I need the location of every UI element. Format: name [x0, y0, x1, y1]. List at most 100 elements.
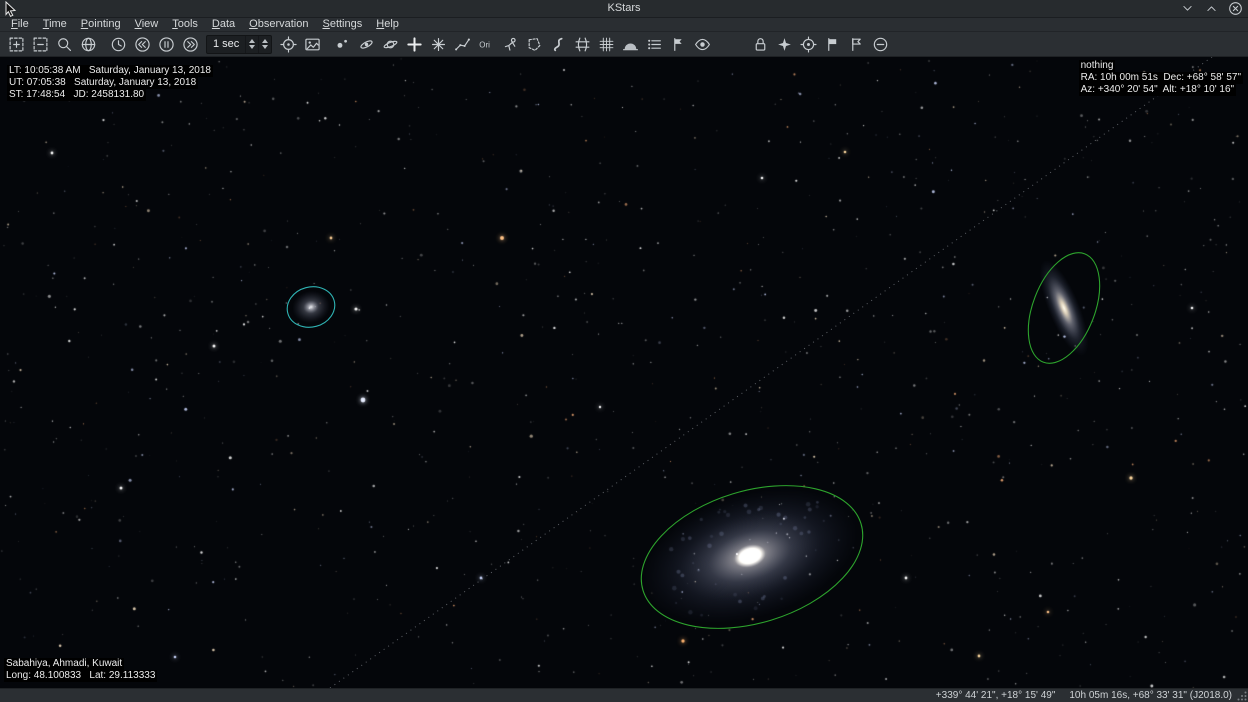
- time-step-backward-button[interactable]: [130, 33, 154, 56]
- statusbar-radec: 10h 05m 16s, +68° 33' 31" (J2018.0): [1069, 690, 1232, 701]
- clock-icon: [110, 36, 127, 53]
- geographic-location-button[interactable]: [76, 33, 100, 56]
- constellation-art-icon: [502, 36, 519, 53]
- constellation-names-icon: Ori: [478, 36, 495, 53]
- starburst-icon: [430, 36, 447, 53]
- lock-position-button[interactable]: [748, 33, 772, 56]
- celestial-equator-line: [330, 57, 1212, 688]
- sky-overlay: [0, 57, 1248, 688]
- focus-info-box: nothing RA: 10h 00m 51s Dec: +68° 58' 57…: [1079, 60, 1243, 96]
- toggle-solar-system-button[interactable]: [378, 33, 402, 56]
- fits-viewer-button[interactable]: [300, 33, 324, 56]
- milky-way-icon: [550, 36, 567, 53]
- menu-help[interactable]: Help: [369, 18, 406, 31]
- menu-settings[interactable]: Settings: [315, 18, 369, 31]
- track-object-button[interactable]: [276, 33, 300, 56]
- time-step-box[interactable]: 1 sec: [206, 35, 272, 54]
- find-object-button[interactable]: [52, 33, 76, 56]
- toggle-constellation-art-button[interactable]: [498, 33, 522, 56]
- flag-a-button[interactable]: [820, 33, 844, 56]
- plus-star-icon: [406, 36, 423, 53]
- toggle-constellation-lines-button[interactable]: [450, 33, 474, 56]
- close-icon: [1228, 1, 1243, 16]
- location-info-box: Sabahiya, Ahmadi, Kuwait Long: 48.100833…: [4, 658, 157, 682]
- galaxy-icon: [358, 36, 375, 53]
- resize-grip[interactable]: [1237, 691, 1247, 701]
- globe-icon: [80, 36, 97, 53]
- chevron-down-icon: [1181, 2, 1194, 15]
- time-step-spinner-unit[interactable]: [245, 36, 258, 53]
- spin-down-icon: [249, 45, 255, 49]
- statusbar-azalt: +339° 44' 21", +18° 15' 49": [936, 690, 1056, 701]
- focus-radec-label: RA: 10h 00m 51s Dec: +68° 58' 57": [1079, 72, 1243, 84]
- close-button[interactable]: [1228, 1, 1243, 16]
- zoom-in-icon: [8, 36, 25, 53]
- toggle-ground-button[interactable]: [618, 33, 642, 56]
- toggle-milky-way-button[interactable]: [546, 33, 570, 56]
- statusbar: +339° 44' 21", +18° 15' 49" 10h 05m 16s,…: [0, 688, 1248, 702]
- toggle-equatorial-grid-button[interactable]: [570, 33, 594, 56]
- sky-map-area: LT: 10:05:38 AM Saturday, January 13, 20…: [0, 57, 1248, 688]
- toggle-flags-button[interactable]: [666, 33, 690, 56]
- time-step-forward-button[interactable]: [178, 33, 202, 56]
- focus-object-label: nothing: [1079, 60, 1116, 72]
- whats-interesting-button[interactable]: [690, 33, 714, 56]
- observation-list-button[interactable]: [642, 33, 666, 56]
- kstars-window: KStars FileTimePointingViewToolsDataObse…: [0, 0, 1248, 702]
- chevron-up-icon: [1205, 2, 1218, 15]
- flag-b-button[interactable]: [844, 33, 868, 56]
- pause-icon: [158, 36, 175, 53]
- toggle-stars-button[interactable]: [330, 33, 354, 56]
- menu-data[interactable]: Data: [205, 18, 242, 31]
- search-icon: [56, 36, 73, 53]
- time-step-value[interactable]: 1 sec: [207, 36, 245, 53]
- titlebar[interactable]: KStars: [0, 0, 1248, 18]
- menu-tools[interactable]: Tools: [165, 18, 205, 31]
- zoom-out-icon: [32, 36, 49, 53]
- list-icon: [646, 36, 663, 53]
- galaxy-marker-edge-on[interactable]: [1014, 243, 1113, 374]
- galaxy-marker-small[interactable]: [283, 281, 340, 332]
- toggle-constellation-boundaries-button[interactable]: [522, 33, 546, 56]
- flag-filled-icon: [824, 36, 841, 53]
- horizon-dome-icon: [622, 36, 639, 53]
- toggle-horizontal-grid-button[interactable]: [594, 33, 618, 56]
- menu-time[interactable]: Time: [36, 18, 74, 31]
- svg-text:Ori: Ori: [479, 40, 490, 49]
- image-icon: [304, 36, 321, 53]
- local-time-label: LT: 10:05:38 AM Saturday, January 13, 20…: [7, 65, 213, 77]
- zoom-out-button[interactable]: [28, 33, 52, 56]
- toggle-constellation-names-button[interactable]: Ori: [474, 33, 498, 56]
- equatorial-grid-icon: [574, 36, 591, 53]
- default-zoom-button[interactable]: [868, 33, 892, 56]
- eye-icon: [694, 36, 711, 53]
- focus-azalt-label: Az: +340° 20' 54" Alt: +18° 10' 16": [1079, 84, 1236, 96]
- target-icon: [800, 36, 817, 53]
- menu-pointing[interactable]: Pointing: [74, 18, 128, 31]
- galaxy-marker-large-spiral[interactable]: [624, 461, 881, 654]
- toggle-satellites-button[interactable]: [426, 33, 450, 56]
- zoom-in-button[interactable]: [4, 33, 28, 56]
- center-telescope-button[interactable]: [796, 33, 820, 56]
- minimize-button[interactable]: [1180, 1, 1195, 16]
- menu-file[interactable]: File: [4, 18, 36, 31]
- lock-icon: [752, 36, 769, 53]
- set-time-button[interactable]: [106, 33, 130, 56]
- location-name-label: Sabahiya, Ahmadi, Kuwait: [4, 658, 124, 670]
- spin-up-icon: [249, 39, 255, 43]
- maximize-button[interactable]: [1204, 1, 1219, 16]
- guide-star-button[interactable]: [772, 33, 796, 56]
- menu-view[interactable]: View: [128, 18, 166, 31]
- time-step-spinner-value[interactable]: [258, 36, 271, 53]
- universal-time-label: UT: 07:05:38 Saturday, January 13, 2018: [7, 77, 198, 89]
- crosshair-icon: [280, 36, 297, 53]
- spin-up-icon: [262, 39, 268, 43]
- boundaries-icon: [526, 36, 543, 53]
- skip-backward-icon: [134, 36, 151, 53]
- circled-minus-icon: [872, 36, 889, 53]
- toggle-clock-button[interactable]: [154, 33, 178, 56]
- sidereal-time-label: ST: 17:48:54 JD: 2458131.80: [7, 89, 146, 101]
- toggle-deep-sky-button[interactable]: [354, 33, 378, 56]
- menu-observation[interactable]: Observation: [242, 18, 315, 31]
- toggle-supernovae-button[interactable]: [402, 33, 426, 56]
